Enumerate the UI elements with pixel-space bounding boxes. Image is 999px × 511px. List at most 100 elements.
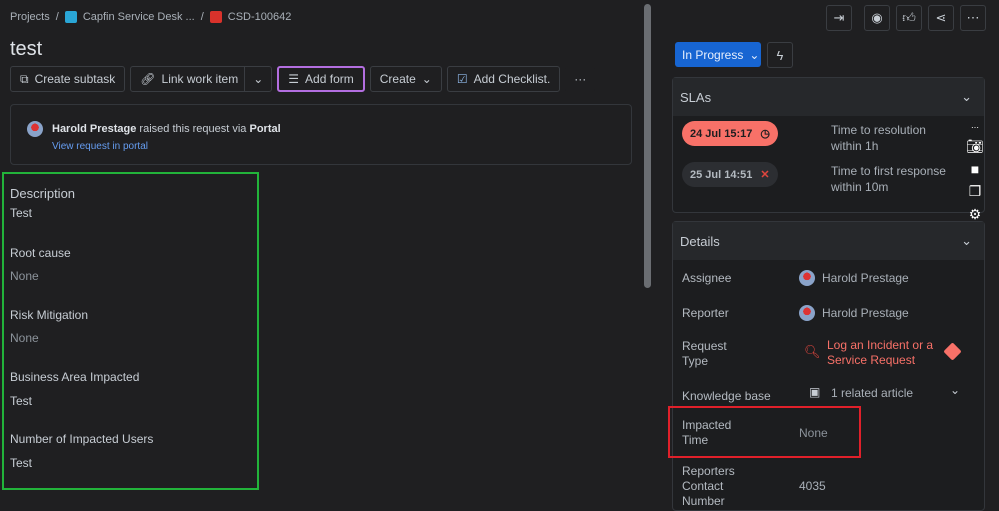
add-checklist-button[interactable]: ☑ Add Checklist. (446, 66, 561, 92)
avatar (27, 121, 43, 137)
request-text: Harold Prestage raised this request via … (52, 123, 281, 135)
windows-icon[interactable]: ❐ (969, 183, 982, 200)
chevron-down-icon[interactable]: ⌄ (244, 67, 271, 91)
create-subtask-button[interactable]: ⧉ Create subtask (10, 66, 126, 92)
field-label: Number of Impacted Users (10, 432, 154, 446)
issue-type-icon (209, 11, 222, 23)
sla-label: Time to resolution within 1h (831, 122, 926, 154)
subtask-icon: ⧉ (20, 71, 29, 86)
view-in-portal-link[interactable]: View request in portal (52, 141, 148, 152)
scrollbar[interactable] (644, 4, 651, 288)
label: Create subtask (34, 72, 116, 86)
close-icon: ✕ (760, 169, 770, 181)
breadcrumb-projects[interactable]: Projects (10, 11, 50, 23)
avatar (799, 270, 815, 286)
chevron-down-icon[interactable]: ⌄ (950, 383, 960, 397)
field-value[interactable]: Test (10, 394, 32, 408)
checkbox-icon: ☑ (456, 72, 468, 86)
more-button[interactable]: ··· (565, 66, 596, 92)
impacted-time-label: Impacted Time (682, 418, 731, 448)
sla-time: 24 Jul 15:17 (690, 127, 753, 140)
breadcrumb-issue[interactable]: CSD-100642 (228, 11, 292, 23)
chevron-down-icon: ⌄ (961, 89, 972, 104)
video-icon[interactable]: ■ (971, 161, 979, 177)
share-icon[interactable]: ⋖ (928, 5, 954, 31)
field-value[interactable]: Test (10, 456, 32, 470)
label-line: Request (682, 339, 727, 353)
link-work-item-button[interactable]: 🔗︎ Link work item ⌄ (130, 66, 273, 92)
contact-number-value[interactable]: 4035 (799, 479, 826, 493)
reporter-name: Harold Prestage (822, 306, 909, 320)
link-icon: 🔗︎ (140, 72, 156, 86)
breadcrumb: Projects / Capfin Service Desk ... / CSD… (10, 11, 291, 23)
label-line: Reporters (682, 464, 735, 478)
breadcrumb-project[interactable]: Capfin Service Desk ... (83, 11, 195, 23)
header-actions: ⇥ ◉ 👍︎ ⋖ ⋯ (826, 5, 986, 31)
details-header[interactable]: Details ⌄ (673, 222, 984, 260)
panel-title: Details (680, 233, 720, 249)
sla-goal: within 1h (831, 139, 879, 153)
sla-label: Time to first response within 10m (831, 163, 946, 195)
reporter-value[interactable]: Harold Prestage (799, 305, 909, 321)
request-type-icon: 🔍︎ (804, 344, 821, 359)
separator: / (55, 11, 59, 23)
page-title[interactable]: test (10, 38, 42, 61)
contact-number-label: Reporters Contact Number (682, 464, 735, 509)
channel: Portal (249, 123, 281, 135)
request-type-value[interactable]: Log an Incident or a Service Request (827, 338, 933, 368)
label: Create (379, 72, 416, 86)
field-label: Business Area Impacted (10, 370, 140, 384)
article-icon: ▣ (809, 385, 821, 399)
field-value[interactable]: Test (10, 206, 32, 220)
feedback-icon[interactable]: ⇥ (826, 5, 852, 31)
assignee-label: Assignee (682, 271, 732, 285)
label: Add Checklist. (473, 72, 551, 86)
lightning-icon[interactable]: ϟ (767, 42, 793, 68)
status-label: In Progress (682, 47, 744, 62)
panel-title: SLAs (680, 89, 712, 105)
thumbs-up-icon[interactable]: 👍︎ (896, 5, 922, 31)
chevron-down-icon: ⌄ (961, 233, 972, 248)
status-dropdown[interactable]: In Progress ⌄ (675, 42, 761, 67)
create-button[interactable]: Create ⌄ (369, 66, 442, 92)
assignee-value[interactable]: Harold Prestage (799, 270, 909, 286)
more-icon[interactable]: ⋯ (971, 123, 979, 132)
knowledge-base-value[interactable]: 1 related article (831, 386, 913, 400)
field-value[interactable]: None (10, 331, 39, 345)
user-name: Harold Prestage (52, 123, 137, 135)
request-info: Harold Prestage raised this request via … (10, 104, 632, 165)
chevron-down-icon: ⌄ (749, 47, 760, 62)
avatar (799, 305, 815, 321)
label-line: Contact (682, 479, 724, 493)
label-line: Number (682, 494, 725, 508)
clock-icon: ◷ (760, 128, 770, 140)
more-icon[interactable]: ⋯ (960, 5, 986, 31)
sla-name: Time to resolution (831, 123, 926, 137)
toolbar: ⧉ Create subtask 🔗︎ Link work item ⌄ ☰ Add f… (10, 66, 596, 92)
value-line: Log an Incident or a (827, 338, 934, 352)
label-line: Type (682, 354, 709, 368)
text: raised this request via (136, 123, 250, 135)
add-form-button[interactable]: ☰ Add form (277, 66, 365, 92)
camera-icon[interactable]: 📷︎ (966, 138, 984, 155)
slas-header[interactable]: SLAs ⌄ (673, 78, 984, 116)
label-line: Time (682, 433, 709, 447)
sla-goal: within 10m (831, 180, 889, 194)
sla-name: Time to first response (831, 164, 946, 178)
reporter-label: Reporter (682, 306, 729, 320)
label-line: Impacted (682, 418, 732, 432)
impacted-time-value[interactable]: None (799, 426, 828, 440)
field-label: Root cause (10, 246, 71, 260)
label: Add form (305, 72, 354, 86)
knowledge-base-label: Knowledge base (682, 389, 771, 403)
sla-badge: 24 Jul 15:17 ◷ (682, 121, 778, 146)
value-line: Service Request (827, 353, 916, 367)
project-icon (64, 11, 77, 23)
field-value[interactable]: None (10, 269, 39, 283)
separator: / (200, 11, 204, 23)
field-label: Description (10, 186, 76, 201)
chevron-down-icon: ⌄ (421, 72, 432, 86)
watch-eye-icon[interactable]: ◉ (864, 5, 890, 31)
label: Link work item (161, 72, 239, 86)
floating-toolbar: ⋯ 📷︎ ■ ❐ ⚙ (965, 123, 985, 223)
